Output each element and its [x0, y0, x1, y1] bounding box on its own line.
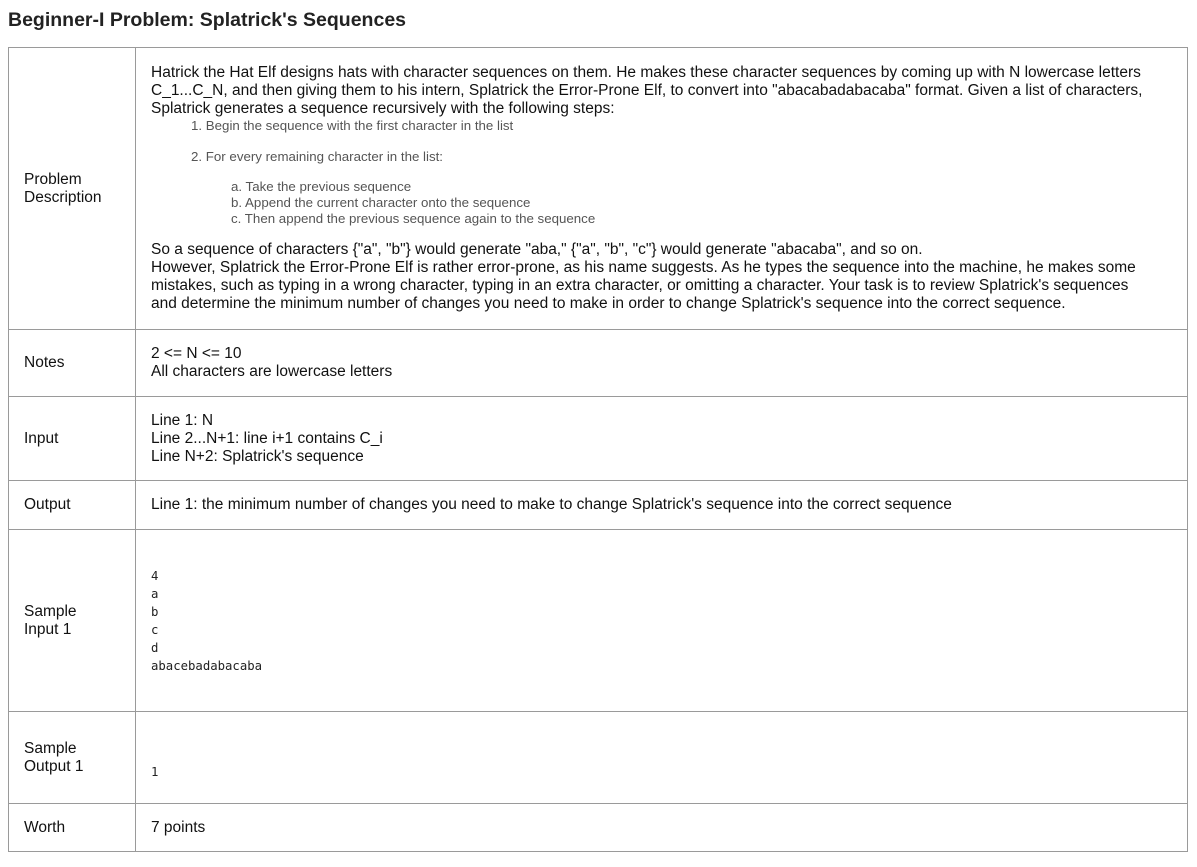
step-1: 1. Begin the sequence with the first cha… — [191, 118, 514, 133]
notes-line: 2 <= N <= 10 — [151, 345, 242, 362]
description-text-line: Splatrick generates a sequence recursive… — [151, 100, 615, 117]
input-line: Line N+2: Splatrick's sequence — [151, 447, 364, 465]
input-label: Input — [8, 396, 136, 481]
sample-output-content: 1 — [135, 711, 1188, 804]
sample-input-code: 4 a b c d abacebadabacaba — [151, 567, 1173, 675]
input-line: Line 1: N — [151, 411, 214, 429]
sample-output-label: Sample Output 1 — [8, 711, 136, 804]
worth-label: Worth — [8, 803, 136, 852]
table-row: Sample Input 1 4 a b c d abacebadabacaba — [8, 529, 1188, 712]
table-row: Input Line 1: N Line 2...N+1: line i+1 c… — [8, 396, 1188, 481]
substep-a: a. Take the previous sequence — [231, 179, 412, 194]
output-line: Line 1: the minimum number of changes yo… — [151, 496, 952, 513]
description-text-line: So a sequence of characters {"a", "b"} w… — [151, 241, 923, 258]
description-text-line: Hatrick the Hat Elf designs hats with ch… — [151, 64, 1141, 81]
sample-output-label-line: Sample — [24, 739, 77, 757]
description-text-line: However, Splatrick the Error-Prone Elf i… — [151, 259, 1136, 276]
description-text-line: mistakes, such as typing in a wrong char… — [151, 277, 1129, 294]
sample-input-label-line: Sample — [24, 602, 77, 620]
input-content: Line 1: N Line 2...N+1: line i+1 contain… — [135, 396, 1188, 481]
substep-c: c. Then append the previous sequence aga… — [231, 211, 596, 226]
notes-label: Notes — [8, 329, 136, 397]
sample-input-label: Sample Input 1 — [8, 529, 136, 712]
description-outro: So a sequence of characters {"a", "b"} w… — [151, 241, 1173, 313]
code-line: d — [151, 640, 159, 655]
input-line: Line 2...N+1: line i+1 contains C_i — [151, 429, 383, 447]
code-line: 4 — [151, 568, 159, 583]
table-row: Sample Output 1 1 — [8, 711, 1188, 804]
step-2: 2. For every remaining character in the … — [191, 149, 444, 164]
sample-input-label-line: Input 1 — [24, 620, 72, 638]
description-text-line: C_1...C_N, and then giving them to his i… — [151, 82, 1143, 99]
description-intro: Hatrick the Hat Elf designs hats with ch… — [151, 64, 1173, 118]
description-text-line: and determine the minimum number of chan… — [151, 295, 1066, 312]
substep-b: b. Append the current character onto the… — [231, 195, 531, 210]
description-label-line: Description — [24, 188, 102, 206]
worth-value: 7 points — [135, 803, 1188, 852]
table-row: Output Line 1: the minimum number of cha… — [8, 480, 1188, 530]
output-label: Output — [8, 480, 136, 530]
description-label-line: Problem — [24, 170, 82, 188]
code-line: b — [151, 604, 159, 619]
description-content: Hatrick the Hat Elf designs hats with ch… — [135, 47, 1188, 330]
code-line: c — [151, 622, 159, 637]
sample-output-code: 1 — [151, 764, 159, 779]
table-row: Worth 7 points — [8, 803, 1188, 852]
table-row: Problem Description Hatrick the Hat Elf … — [8, 47, 1188, 330]
code-line: abacebadabacaba — [151, 658, 263, 673]
code-line: a — [151, 586, 159, 601]
description-label: Problem Description — [8, 47, 136, 330]
sample-output-label-line: Output 1 — [24, 757, 84, 775]
output-content: Line 1: the minimum number of changes yo… — [135, 480, 1188, 530]
notes-line: All characters are lowercase letters — [151, 363, 393, 380]
problem-table: Problem Description Hatrick the Hat Elf … — [8, 47, 1188, 852]
notes-content: 2 <= N <= 10 All characters are lowercas… — [135, 329, 1188, 397]
table-row: Notes 2 <= N <= 10 All characters are lo… — [8, 329, 1188, 397]
page-title: Beginner-I Problem: Splatrick's Sequence… — [8, 9, 407, 31]
sample-input-content: 4 a b c d abacebadabacaba — [135, 529, 1188, 712]
